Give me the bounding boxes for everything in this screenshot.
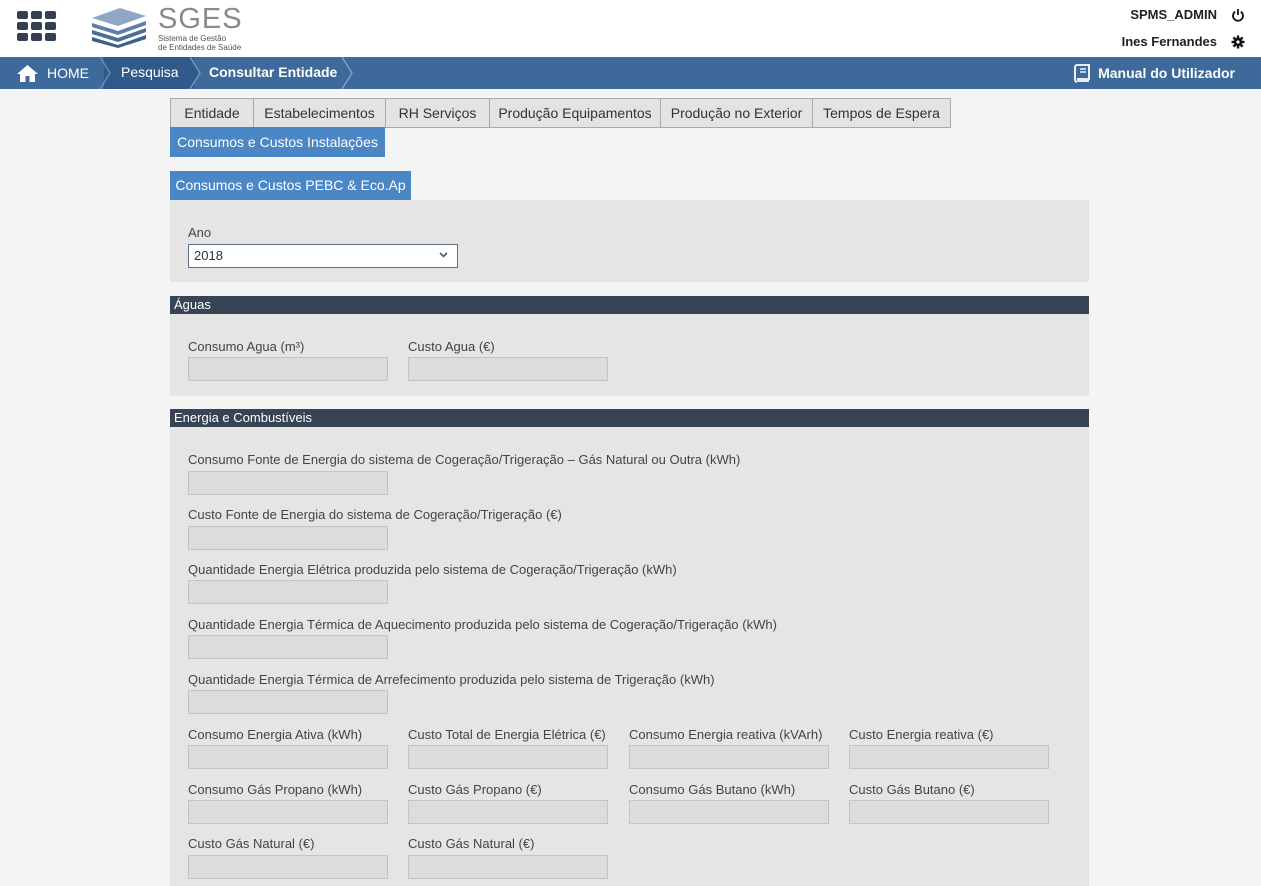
custo-energia-reativa-label: Custo Energia reativa (€) <box>849 727 994 742</box>
breadcrumb-home[interactable]: HOME <box>17 57 89 89</box>
tab-estabelecimentos[interactable]: Estabelecimentos <box>253 98 386 128</box>
consumo-fonte-cogeracao-label: Consumo Fonte de Energia do sistema de C… <box>188 452 741 467</box>
ano-panel <box>170 200 1089 282</box>
sges-logo-mark-icon <box>92 8 146 48</box>
tab-producao-exterior[interactable]: Produção no Exterior <box>660 98 813 128</box>
tab-label: Produção no Exterior <box>670 105 803 121</box>
breadcrumb-pesquisa-label: Pesquisa <box>121 64 179 80</box>
tab-consumos-custos-instalacoes[interactable]: Consumos e Custos Instalações <box>170 127 385 157</box>
book-icon <box>1074 64 1091 83</box>
user-manual-link[interactable]: Manual do Utilizador <box>1072 57 1235 89</box>
consumo-agua-field[interactable] <box>188 357 388 381</box>
user-manual-label: Manual do Utilizador <box>1098 65 1235 81</box>
energia-eletrica-cogeracao-label: Quantidade Energia Elétrica produzida pe… <box>188 562 677 577</box>
consumo-agua-label: Consumo Agua (m³) <box>188 339 305 354</box>
consumo-fonte-cogeracao-field[interactable] <box>188 471 388 495</box>
consumo-energia-ativa-label: Consumo Energia Ativa (kWh) <box>188 727 363 742</box>
logo-title: SGES <box>158 3 243 35</box>
user-role-row: SPMS_ADMIN <box>1130 7 1245 22</box>
custo-fonte-cogeracao-field[interactable] <box>188 526 388 550</box>
custo-gas-natural-label: Custo Gás Natural (€) <box>408 836 535 851</box>
user-name-row: Ines Fernandes <box>1122 34 1245 49</box>
custo-gas-natural-field[interactable] <box>188 855 388 879</box>
tab-entidade[interactable]: Entidade <box>170 98 254 128</box>
power-icon[interactable] <box>1231 8 1245 22</box>
custo-total-energia-eletrica-label: Custo Total de Energia Elétrica (€) <box>408 727 606 742</box>
ano-label: Ano <box>188 225 212 240</box>
custo-agua-field[interactable] <box>408 357 608 381</box>
tab-label: Entidade <box>184 105 240 121</box>
tab-rh-servicos[interactable]: RH Serviços <box>385 98 490 128</box>
chevron-down-icon <box>439 252 448 258</box>
breadcrumb-consultar-entidade[interactable]: Consultar Entidade <box>194 57 337 89</box>
energia-termica-arrefecimento-field[interactable] <box>188 690 388 714</box>
custo-gas-propano-label: Custo Gás Propano (€) <box>408 782 542 797</box>
breadcrumb-separator-icon <box>99 57 111 89</box>
sges-logo[interactable]: SGES Sistema de Gestão de Entidades de S… <box>90 4 260 52</box>
subtab-consumos-custos-pebc[interactable]: Consumos e Custos PEBC & Eco.Ap <box>170 171 411 200</box>
consumo-gas-propano-field[interactable] <box>188 800 388 824</box>
energia-section-header: Energia e Combustíveis <box>170 409 1089 427</box>
breadcrumb-nav: HOME Pesquisa Consultar Entidade Manual … <box>0 57 1261 89</box>
energia-termica-arrefecimento-label: Quantidade Energia Térmica de Arrefecime… <box>188 672 715 687</box>
tab-label: Consumos e Custos Instalações <box>177 134 378 150</box>
tab-label: RH Serviços <box>398 105 477 121</box>
custo-gas-natural-field[interactable] <box>408 855 608 879</box>
custo-gas-propano-field[interactable] <box>408 800 608 824</box>
custo-gas-natural-label: Custo Gás Natural (€) <box>188 836 315 851</box>
consumo-energia-ativa-field[interactable] <box>188 745 388 769</box>
home-icon <box>17 64 38 82</box>
tab-label: Estabelecimentos <box>264 105 375 121</box>
consumo-gas-propano-label: Consumo Gás Propano (kWh) <box>188 782 363 797</box>
consumo-energia-reativa-field[interactable] <box>629 745 829 769</box>
user-name[interactable]: Ines Fernandes <box>1122 34 1217 49</box>
tab-producao-equipamentos[interactable]: Produção Equipamentos <box>489 98 661 128</box>
breadcrumb-home-label: HOME <box>47 65 89 81</box>
breadcrumb-separator-icon <box>341 57 353 89</box>
breadcrumb-pesquisa[interactable]: Pesquisa <box>104 57 194 89</box>
user-role: SPMS_ADMIN <box>1130 7 1217 22</box>
custo-energia-reativa-field[interactable] <box>849 745 1049 769</box>
ano-select[interactable]: 2018 <box>188 244 458 268</box>
custo-fonte-cogeracao-label: Custo Fonte de Energia do sistema de Cog… <box>188 507 562 522</box>
consumo-gas-butano-label: Consumo Gás Butano (kWh) <box>629 782 796 797</box>
subtab-label: Consumos e Custos PEBC & Eco.Ap <box>175 177 406 193</box>
ano-select-value: 2018 <box>194 248 223 263</box>
top-header: SGES Sistema de Gestão de Entidades de S… <box>0 0 1261 57</box>
aguas-section-header: Águas <box>170 296 1089 314</box>
energia-termica-aquecimento-label: Quantidade Energia Térmica de Aqueciment… <box>188 617 777 632</box>
tab-tempos-espera[interactable]: Tempos de Espera <box>812 98 951 128</box>
tab-label: Produção Equipamentos <box>498 105 652 121</box>
logo-subtitle-line1: Sistema de Gestão <box>158 34 227 43</box>
breadcrumb-consultar-label: Consultar Entidade <box>209 64 338 80</box>
energia-termica-aquecimento-field[interactable] <box>188 635 388 659</box>
consumo-gas-butano-field[interactable] <box>629 800 829 824</box>
logo-subtitle-line2: de Entidades de Saúde <box>158 43 242 52</box>
consumo-energia-reativa-label: Consumo Energia reativa (kVArh) <box>629 727 823 742</box>
apps-grid-icon[interactable] <box>17 11 56 41</box>
tab-label: Tempos de Espera <box>823 105 940 121</box>
custo-agua-label: Custo Agua (€) <box>408 339 495 354</box>
gear-icon[interactable] <box>1231 35 1245 49</box>
aguas-section-title: Águas <box>174 297 211 312</box>
custo-total-energia-eletrica-field[interactable] <box>408 745 608 769</box>
custo-gas-butano-field[interactable] <box>849 800 1049 824</box>
custo-gas-butano-label: Custo Gás Butano (€) <box>849 782 975 797</box>
energia-section-title: Energia e Combustíveis <box>174 410 313 425</box>
energia-eletrica-cogeracao-field[interactable] <box>188 580 388 604</box>
aguas-panel <box>170 314 1089 396</box>
